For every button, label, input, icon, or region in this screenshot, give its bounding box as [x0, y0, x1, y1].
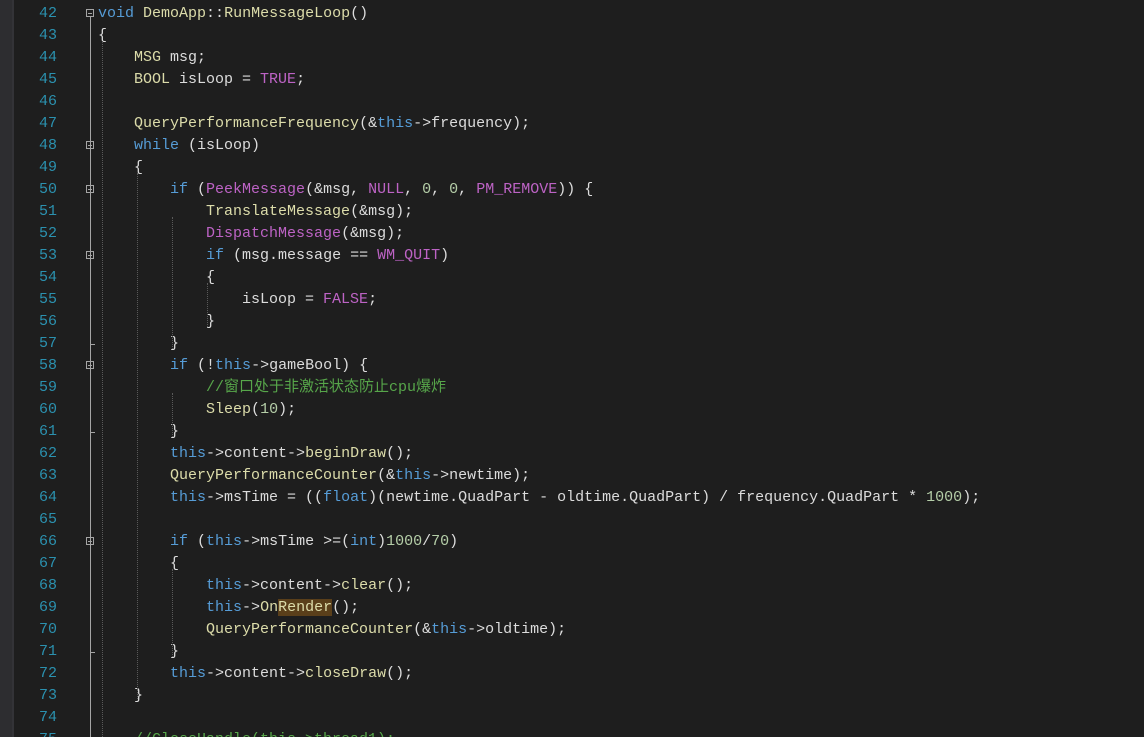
code-text: while (isLoop) [134, 137, 261, 154]
code-line-45[interactable]: 45 BOOL isLoop = TRUE; [0, 69, 1144, 91]
line-number: 67 [38, 555, 57, 572]
code-text: } [98, 335, 180, 352]
code-line-47[interactable]: 47 QueryPerformanceFrequency(&this->freq… [0, 113, 1144, 135]
line-number: 42 [38, 5, 57, 22]
code-line-43[interactable]: 43{ [0, 25, 1144, 47]
code-text: if (PeekMessage(&msg, NULL, 0, 0, PM_REM… [170, 181, 594, 198]
code-line-72[interactable]: 72 this->content->closeDraw(); [0, 663, 1144, 685]
line-number: 73 [38, 687, 57, 704]
code-text: //窗口处于非激活状态防止cpu爆炸 [206, 379, 447, 396]
code-text: void DemoApp::RunMessageLoop() [98, 5, 369, 22]
code-line-63[interactable]: 63 QueryPerformanceCounter(&this->newtim… [0, 465, 1144, 487]
line-number: 61 [38, 423, 57, 440]
code-line-46[interactable]: 46 [0, 91, 1144, 113]
line-number: 47 [38, 115, 57, 132]
line-number: 49 [38, 159, 57, 176]
code-text: } [98, 423, 180, 440]
line-number: 53 [38, 247, 57, 264]
code-line-62[interactable]: 62 this->content->beginDraw(); [0, 443, 1144, 465]
line-number: 44 [38, 49, 57, 66]
code-text: Sleep(10); [206, 401, 297, 418]
collapse-icon[interactable] [86, 9, 94, 17]
line-number: 58 [38, 357, 57, 374]
code-text: } [98, 313, 216, 330]
line-number: 52 [38, 225, 57, 242]
line-number: 46 [38, 93, 57, 110]
line-number: 60 [38, 401, 57, 418]
code-line-58[interactable]: 58 if (!this->gameBool) { [0, 355, 1144, 377]
indent-guide [207, 283, 208, 327]
code-line-48[interactable]: 48 while (isLoop) [0, 135, 1144, 157]
code-line-65[interactable]: 65 [0, 509, 1144, 531]
code-line-73[interactable]: 73 } [0, 685, 1144, 707]
line-number: 48 [38, 137, 57, 154]
code-text: this->content->clear(); [206, 577, 414, 594]
code-line-49[interactable]: 49 { [0, 157, 1144, 179]
code-text: if (this->msTime >=(int)1000/70) [170, 533, 459, 550]
code-line-64[interactable]: 64 this->msTime = ((float)(newtime.QuadP… [0, 487, 1144, 509]
line-number: 65 [38, 511, 57, 528]
line-number: 56 [38, 313, 57, 330]
line-number: 64 [38, 489, 57, 506]
code-line-42[interactable]: 42 void DemoApp::RunMessageLoop() [0, 3, 1144, 25]
line-number: 55 [38, 291, 57, 308]
code-text: //CloseHandle(this->thread1); [98, 729, 395, 737]
outline-end-marker [90, 344, 95, 345]
indent-guide [172, 217, 173, 349]
indent-guide [172, 393, 173, 437]
line-number: 50 [38, 181, 57, 198]
code-text: this->content->closeDraw(); [170, 665, 414, 682]
code-line-74[interactable]: 74 [0, 707, 1144, 729]
line-number: 68 [38, 577, 57, 594]
code-text: TranslateMessage(&msg); [206, 203, 414, 220]
outline-bar [90, 17, 91, 737]
code-text: if (!this->gameBool) { [170, 357, 369, 374]
indent-guide [102, 41, 103, 737]
code-text: QueryPerformanceCounter(&this->oldtime); [206, 621, 567, 638]
line-number: 69 [38, 599, 57, 616]
code-text: { [98, 555, 180, 572]
code-text: if (msg.message == WM_QUIT) [206, 247, 450, 264]
line-number: 54 [38, 269, 57, 286]
line-number: 72 [38, 665, 57, 682]
line-number: 70 [38, 621, 57, 638]
code-line-44[interactable]: 44 MSG msg; [0, 47, 1144, 69]
code-text: { [98, 269, 216, 286]
line-number: 63 [38, 467, 57, 484]
code-line-75[interactable]: 75 //CloseHandle(this->thread1); [0, 729, 1144, 737]
code-editor[interactable]: 42 void DemoApp::RunMessageLoop() 43{44 MS… [0, 0, 1144, 737]
line-number: 43 [38, 27, 57, 44]
outline-end-marker [90, 652, 95, 653]
outline-end-marker [90, 432, 95, 433]
line-number: 59 [38, 379, 57, 396]
code-text: DispatchMessage(&msg); [206, 225, 405, 242]
line-number: 51 [38, 203, 57, 220]
line-number: 71 [38, 643, 57, 660]
code-text: QueryPerformanceCounter(&this->newtime); [170, 467, 531, 484]
indent-guide [137, 173, 138, 701]
code-text: BOOL isLoop = TRUE; [134, 71, 306, 88]
code-line-50[interactable]: 50 if (PeekMessage(&msg, NULL, 0, 0, PM_… [0, 179, 1144, 201]
line-number: 62 [38, 445, 57, 462]
line-number: 57 [38, 335, 57, 352]
line-number: 45 [38, 71, 57, 88]
code-text: QueryPerformanceFrequency(&this->frequen… [134, 115, 531, 132]
code-text: MSG msg; [134, 49, 207, 66]
line-number: 75 [12, 729, 57, 737]
code-text: isLoop = FALSE; [98, 291, 378, 308]
code-line-66[interactable]: 66 if (this->msTime >=(int)1000/70) [0, 531, 1144, 553]
code-text: this->content->beginDraw(); [170, 445, 414, 462]
indent-guide [172, 569, 173, 657]
code-text: } [98, 643, 180, 660]
line-number: 66 [38, 533, 57, 550]
line-number: 74 [38, 709, 57, 726]
code-text: this->msTime = ((float)(newtime.QuadPart… [170, 489, 981, 506]
